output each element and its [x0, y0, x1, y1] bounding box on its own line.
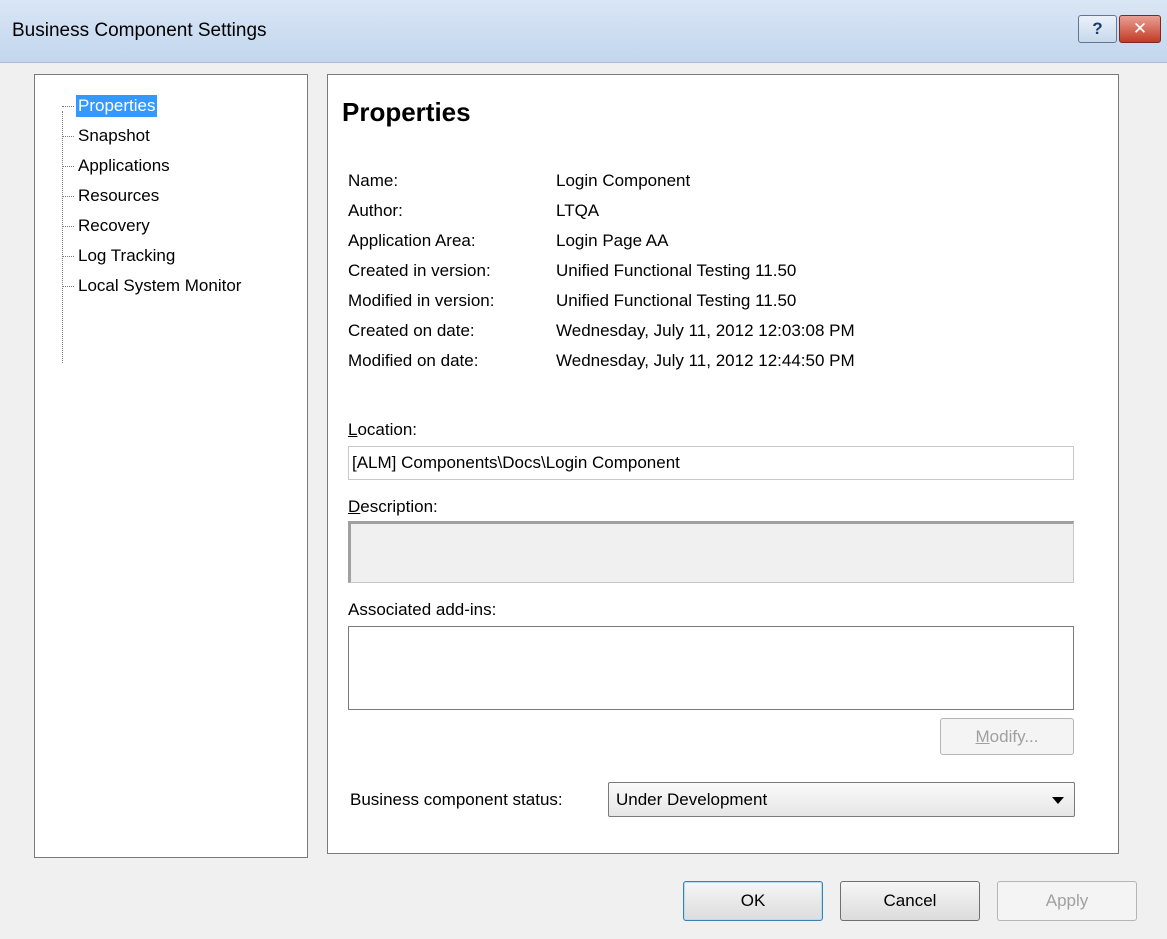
property-label: Modified on date:: [348, 351, 479, 370]
page-title: Properties: [342, 97, 471, 127]
property-row: Modified in version: Unified Functional …: [348, 291, 1088, 315]
property-row: Name: Login Component: [348, 171, 1088, 195]
property-row: Application Area: Login Page AA: [348, 231, 1088, 255]
tree-branch-line: [62, 195, 74, 197]
tree-item-snapshot[interactable]: Snapshot: [62, 124, 152, 148]
chevron-down-icon: [1052, 797, 1064, 804]
window-title: Business Component Settings: [12, 20, 267, 41]
property-label: Author:: [348, 201, 403, 220]
tree-item-properties[interactable]: Properties: [62, 94, 158, 118]
description-label: Description:: [348, 497, 438, 516]
tree-item-label: Recovery: [78, 216, 150, 235]
ok-button[interactable]: OK: [683, 881, 823, 921]
settings-tree: Properties Snapshot Applications Resourc…: [34, 74, 308, 858]
tree-item-label: Log Tracking: [78, 246, 176, 265]
tree-branch-line: [62, 255, 74, 257]
apply-button[interactable]: Apply: [997, 881, 1137, 921]
cancel-button[interactable]: Cancel: [840, 881, 980, 921]
property-value: LTQA: [556, 201, 600, 220]
location-field[interactable]: [ALM] Components\Docs\Login Component: [348, 446, 1074, 480]
tree-item-log-tracking[interactable]: Log Tracking: [62, 244, 177, 268]
tree-item-label: Resources: [78, 186, 160, 205]
tree-branch-line: [62, 135, 74, 137]
location-label: Location:: [348, 420, 418, 439]
property-label: Modified in version:: [348, 291, 495, 310]
property-value: Unified Functional Testing 11.50: [556, 261, 797, 280]
property-value: Wednesday, July 11, 2012 12:03:08 PM: [556, 321, 855, 340]
tree-item-recovery[interactable]: Recovery: [62, 214, 152, 238]
status-dropdown[interactable]: Under Development: [608, 782, 1075, 817]
property-row: Created in version: Unified Functional T…: [348, 261, 1088, 285]
description-field[interactable]: [348, 521, 1074, 583]
modify-button[interactable]: Modify...: [940, 718, 1074, 755]
associated-addins-list[interactable]: [348, 626, 1074, 710]
property-value: Login Page AA: [556, 231, 669, 250]
property-label: Created on date:: [348, 321, 475, 340]
close-icon: ✕: [1132, 19, 1148, 38]
property-label: Created in version:: [348, 261, 491, 280]
property-value: Unified Functional Testing 11.50: [556, 291, 797, 310]
tree-item-label: Applications: [78, 156, 170, 175]
tree-item-local-system-monitor[interactable]: Local System Monitor: [62, 274, 243, 298]
status-selected-value: Under Development: [616, 790, 768, 809]
associated-addins-label: Associated add-ins:: [348, 600, 497, 619]
property-row: Author: LTQA: [348, 201, 1088, 225]
help-button[interactable]: ?: [1078, 15, 1117, 43]
property-row: Modified on date: Wednesday, July 11, 20…: [348, 351, 1088, 375]
tree-item-label: Local System Monitor: [78, 276, 242, 295]
properties-panel: Properties Name: Login Component Author:…: [327, 74, 1119, 854]
property-value: Login Component: [556, 171, 691, 190]
tree-item-label: Properties: [76, 95, 158, 117]
tree-item-label: Snapshot: [78, 126, 150, 145]
property-label: Application Area:: [348, 231, 476, 250]
property-value: Wednesday, July 11, 2012 12:44:50 PM: [556, 351, 855, 370]
title-bar: Business Component Settings ? ✕: [0, 0, 1167, 63]
close-button[interactable]: ✕: [1119, 15, 1161, 43]
tree-branch-line: [62, 285, 74, 287]
property-label: Name:: [348, 171, 399, 190]
property-row: Created on date: Wednesday, July 11, 201…: [348, 321, 1088, 345]
tree-branch-line: [62, 225, 74, 227]
tree-item-resources[interactable]: Resources: [62, 184, 161, 208]
tree-branch-line: [62, 105, 74, 107]
status-label: Business component status:: [350, 790, 563, 809]
tree-branch-line: [62, 165, 74, 167]
help-icon: ?: [1092, 19, 1103, 38]
tree-item-applications[interactable]: Applications: [62, 154, 172, 178]
